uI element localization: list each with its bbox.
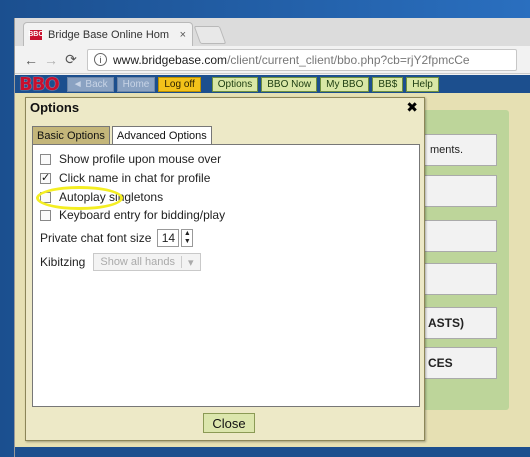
background-button[interactable] [423, 175, 497, 207]
background-button-broadcasts[interactable]: ASTS) [423, 307, 497, 339]
bbo-home-button[interactable]: Home [116, 76, 156, 92]
stepper-up-icon[interactable]: ▲ [184, 230, 191, 238]
kibitzing-value: Show all hands [100, 256, 175, 268]
kibitzing-row: Kibitzing Show all hands ▾ [40, 253, 201, 271]
kibitzing-select[interactable]: Show all hands ▾ [93, 253, 201, 271]
tab-close-icon[interactable]: × [180, 29, 186, 41]
background-button-services[interactable]: CES [423, 347, 497, 379]
bbo-now-button[interactable]: BBO Now [261, 76, 318, 92]
address-bar[interactable]: i www.bridgebase.com/client/current_clie… [87, 48, 517, 71]
checkbox-click-name[interactable] [40, 171, 51, 184]
tab-basic-options[interactable]: Basic Options [32, 126, 110, 144]
font-size-label: Private chat font size [40, 231, 152, 245]
browser-window: BBO Bridge Base Online Hom × ← → ⟳ i www… [14, 18, 530, 457]
option-show-profile[interactable]: Show profile upon mouse over [40, 152, 221, 166]
option-click-name[interactable]: Click name in chat for profile [40, 171, 210, 185]
bbo-page: BBO ◄ Back Home Log off Options BBO Now … [15, 73, 530, 457]
background-button[interactable] [423, 220, 497, 252]
dialog-close-icon[interactable]: ✖ [406, 99, 418, 116]
options-tabs: Basic Options Advanced Options [32, 126, 214, 145]
info-icon[interactable]: i [94, 53, 107, 66]
kibitzing-label: Kibitzing [40, 255, 86, 269]
new-tab-button[interactable] [193, 26, 227, 44]
chevron-down-icon: ▾ [187, 256, 194, 269]
options-button[interactable]: Options [211, 76, 259, 92]
advanced-options-panel: Show profile upon mouse over Click name … [32, 144, 420, 407]
bbo-back-button[interactable]: ◄ Back [66, 76, 114, 92]
background-button[interactable] [423, 263, 497, 295]
options-dialog: Options ✖ Basic Options Advanced Options… [25, 97, 425, 441]
url-path: /client/current_client/bbo.php?cb=rjY2fp… [227, 52, 470, 67]
font-size-row: Private chat font size 14 ▲ ▼ [40, 229, 194, 247]
tab-advanced-options[interactable]: Advanced Options [111, 126, 212, 145]
font-size-stepper[interactable]: ▲ ▼ [181, 229, 194, 247]
option-label: Show profile upon mouse over [59, 152, 222, 166]
browser-tab[interactable]: BBO Bridge Base Online Hom × [23, 22, 193, 46]
url-host: www.bridgebase.com [113, 52, 228, 67]
tab-title: Bridge Base Online Hom [48, 28, 170, 41]
close-button[interactable]: Close [203, 413, 255, 433]
bbs-button[interactable]: BB$ [372, 76, 404, 92]
back-arrow-icon[interactable]: ← [21, 50, 41, 70]
option-keyboard-entry[interactable]: Keyboard entry for bidding/play [40, 208, 225, 222]
bbo-navbar: BBO ◄ Back Home Log off Options BBO Now … [15, 73, 530, 95]
reload-icon[interactable]: ⟳ [61, 50, 81, 70]
my-bbo-button[interactable]: My BBO [320, 76, 370, 92]
bbo-favicon-icon: BBO [28, 29, 44, 40]
highlight-annotation [36, 186, 123, 210]
bottom-strip [15, 447, 530, 457]
logoff-button[interactable]: Log off [158, 76, 201, 92]
background-button[interactable]: ments. [423, 134, 497, 166]
bbo-logo: BBO [19, 73, 60, 95]
stepper-down-icon[interactable]: ▼ [184, 238, 191, 246]
font-size-input[interactable]: 14 [157, 229, 180, 247]
option-label: Keyboard entry for bidding/play [59, 208, 226, 222]
browser-toolbar: ← → ⟳ i www.bridgebase.com/client/curren… [15, 46, 530, 74]
option-label: Click name in chat for profile [59, 171, 211, 185]
dialog-title: Options [30, 100, 80, 115]
checkbox-show-profile[interactable] [40, 153, 51, 165]
help-button[interactable]: Help [406, 76, 439, 92]
checkbox-keyboard-entry[interactable] [40, 209, 51, 221]
forward-arrow-icon[interactable]: → [41, 50, 61, 70]
tab-strip: BBO Bridge Base Online Hom × [15, 18, 530, 46]
